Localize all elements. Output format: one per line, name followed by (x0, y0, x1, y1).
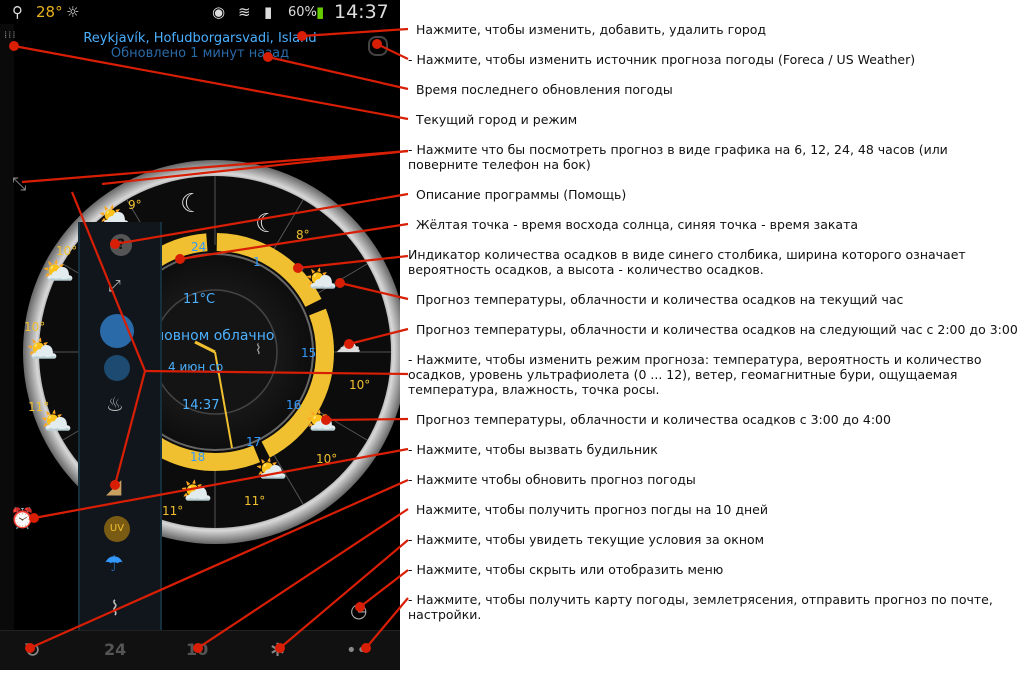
annotation-precip-bar: Индикатор количества осадков в виде сине… (408, 247, 966, 277)
annotation-outside: - Нажмите, чтобы увидеть текущие условия… (408, 532, 765, 547)
annotation-next-hour: Прогноз температуры, облачности и количе… (416, 322, 1018, 337)
annotation-graph: - Нажмите что бы посмотреть прогноз в ви… (408, 142, 948, 172)
annotation-refresh: - Нажмите чтобы обновить прогноз погоды (408, 472, 696, 487)
annotation-sun-dots: Жёлтая точка - время восхода солнца, син… (416, 217, 859, 232)
annotation-10-days: Нажмите, чтобы получить прогноз погды на… (416, 502, 768, 517)
annotation-city-mode: Текущий город и режим (416, 112, 578, 127)
annotation-current-hour: Прогноз температуры, облачности и количе… (416, 292, 904, 307)
annotation-menu-toggle: - Нажмите, чтобы скрыть или отобразить м… (408, 562, 724, 577)
annotation-source: - Нажмите, чтобы изменить источник прогн… (408, 52, 916, 67)
annotation-hour-3-4: Прогноз температуры, облачности и количе… (416, 412, 891, 427)
annotation-updated: Время последнего обновления погоды (416, 82, 673, 97)
annotation-city: Нажмите, чтобы изменить, добавить, удали… (416, 22, 767, 37)
annotation-alarm: - Нажмите, чтобы вызвать будильник (408, 442, 658, 457)
annotation-help: Описание программы (Помощь) (416, 187, 627, 202)
annotation-more: - Нажмите, чтобы получить карту погоды, … (408, 592, 993, 622)
annotation-forecast-mode: - Нажмите, чтобы изменить режим прогноза… (408, 352, 982, 397)
